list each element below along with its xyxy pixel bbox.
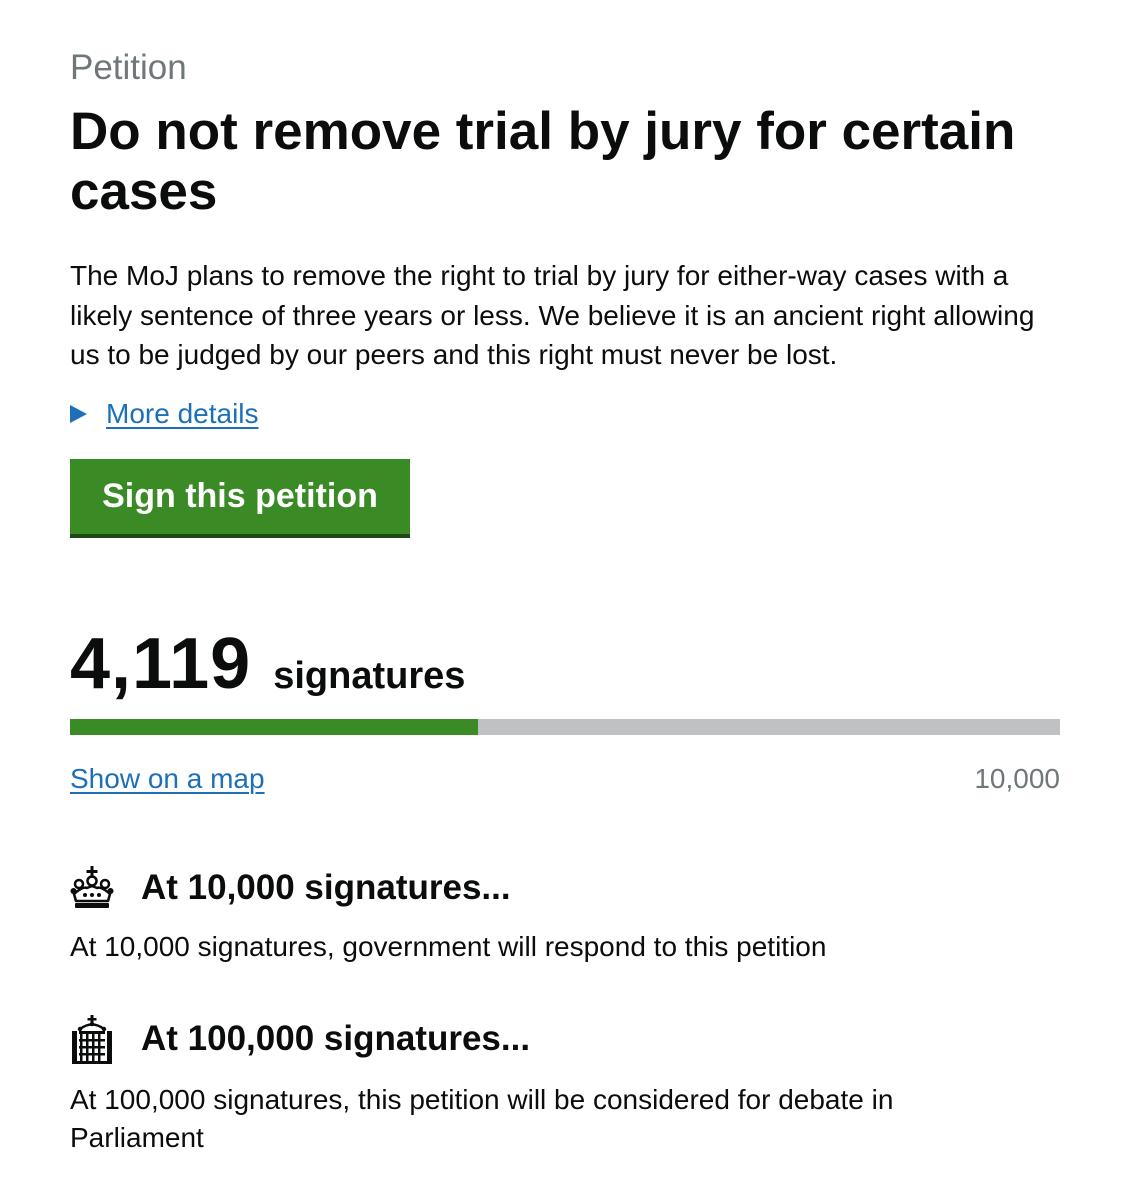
signature-count: 4,119 signatures — [70, 628, 465, 700]
more-details-toggle[interactable]: More details — [70, 398, 259, 430]
petition-summary: The MoJ plans to remove the right to tri… — [70, 260, 1035, 370]
show-on-map-link[interactable]: Show on a map — [70, 763, 265, 795]
threshold-title: At 10,000 signatures... — [141, 867, 511, 907]
page-eyebrow: Petition — [70, 48, 187, 87]
threshold-government-response: At 10,000 signatures... At 10,000 signat… — [70, 864, 1060, 966]
signature-progress-fill — [70, 719, 478, 735]
signature-count-number: 4,119 — [70, 624, 252, 704]
page-title: Do not remove trial by jury for certain … — [70, 102, 1016, 221]
threshold-parliament-debate: At 100,000 signatures... At 100,000 sign… — [70, 1015, 1060, 1157]
threshold-description: At 100,000 signatures, this petition wil… — [70, 1084, 894, 1153]
more-details-link[interactable]: More details — [106, 398, 259, 430]
signature-count-label: signatures — [273, 655, 466, 697]
signature-progress-bar — [70, 719, 1060, 735]
triangle-right-icon — [70, 405, 87, 423]
sign-petition-button[interactable]: Sign this petition — [70, 459, 410, 534]
threshold-title: At 100,000 signatures... — [141, 1018, 531, 1058]
portcullis-icon — [70, 1015, 114, 1064]
threshold-description: At 10,000 signatures, government will re… — [70, 931, 827, 962]
signature-goal: 10,000 — [974, 763, 1060, 794]
crown-icon — [70, 864, 114, 910]
